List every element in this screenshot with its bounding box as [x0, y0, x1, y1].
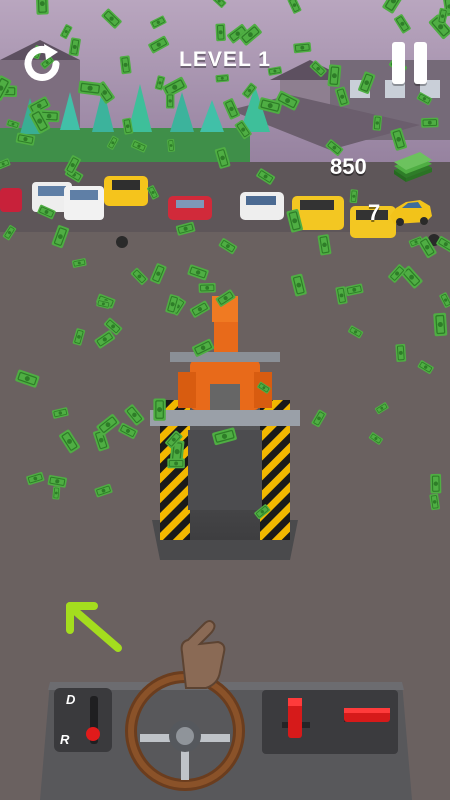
cash-bill	[25, 471, 46, 486]
cash-bill	[57, 428, 82, 455]
cash-bill	[347, 324, 365, 340]
pause-button[interactable]	[390, 42, 430, 84]
cash-bill	[166, 138, 176, 153]
cash-bill	[14, 368, 41, 389]
cash-bill	[368, 431, 384, 446]
gear-reverse-label: R	[60, 732, 70, 747]
car-counter: 7	[362, 192, 442, 232]
cash-bill	[214, 22, 227, 42]
car-count-value: 7	[368, 200, 381, 225]
cash-bill	[289, 272, 308, 298]
yellow-car-icon	[390, 200, 432, 226]
cash-bill	[165, 92, 175, 109]
cash-bill	[46, 474, 68, 489]
cash-bill	[310, 408, 328, 429]
cash-bill	[129, 266, 149, 287]
money-value: 850	[330, 154, 367, 179]
cash-bill	[394, 343, 407, 363]
cash-bill	[51, 485, 61, 501]
cash-bill	[188, 299, 212, 319]
level-label: LEVEL 1	[179, 48, 271, 71]
cash-bill	[198, 282, 217, 294]
cash-bill	[316, 233, 333, 257]
cash-bill	[214, 73, 230, 83]
cash-bill	[372, 114, 383, 132]
cash-bill	[117, 421, 139, 440]
cash-bill	[71, 327, 86, 347]
cash-bill	[71, 257, 88, 269]
cash-bill	[344, 282, 365, 297]
cash-stack-icon	[394, 152, 432, 182]
cash-bill	[217, 237, 239, 256]
cash-bill	[420, 117, 440, 129]
cash-bill	[93, 329, 117, 350]
money-counter: 850	[330, 150, 440, 186]
cash-bill	[428, 493, 441, 511]
green-arrow-icon	[66, 602, 122, 652]
cash-bill	[349, 188, 359, 204]
cash-bill	[93, 483, 114, 499]
cash-bill	[35, 0, 50, 16]
cash-bill	[432, 312, 449, 337]
cash-bill	[186, 263, 210, 282]
cash-bill	[429, 473, 442, 495]
pointing-hand-icon	[180, 620, 226, 689]
crane-machine	[150, 296, 300, 560]
gear-shifter[interactable]: D R	[54, 688, 112, 752]
cash-bill	[166, 458, 186, 469]
red-levers-icon[interactable]	[262, 690, 398, 754]
cash-bill	[149, 262, 168, 286]
cash-bill	[438, 291, 450, 309]
cash-bill	[416, 359, 435, 375]
cash-bill	[123, 403, 146, 427]
cash-bill	[374, 401, 390, 415]
gear-drive-label: D	[66, 692, 76, 707]
cash-bill	[51, 406, 70, 420]
cash-bill	[152, 397, 167, 422]
